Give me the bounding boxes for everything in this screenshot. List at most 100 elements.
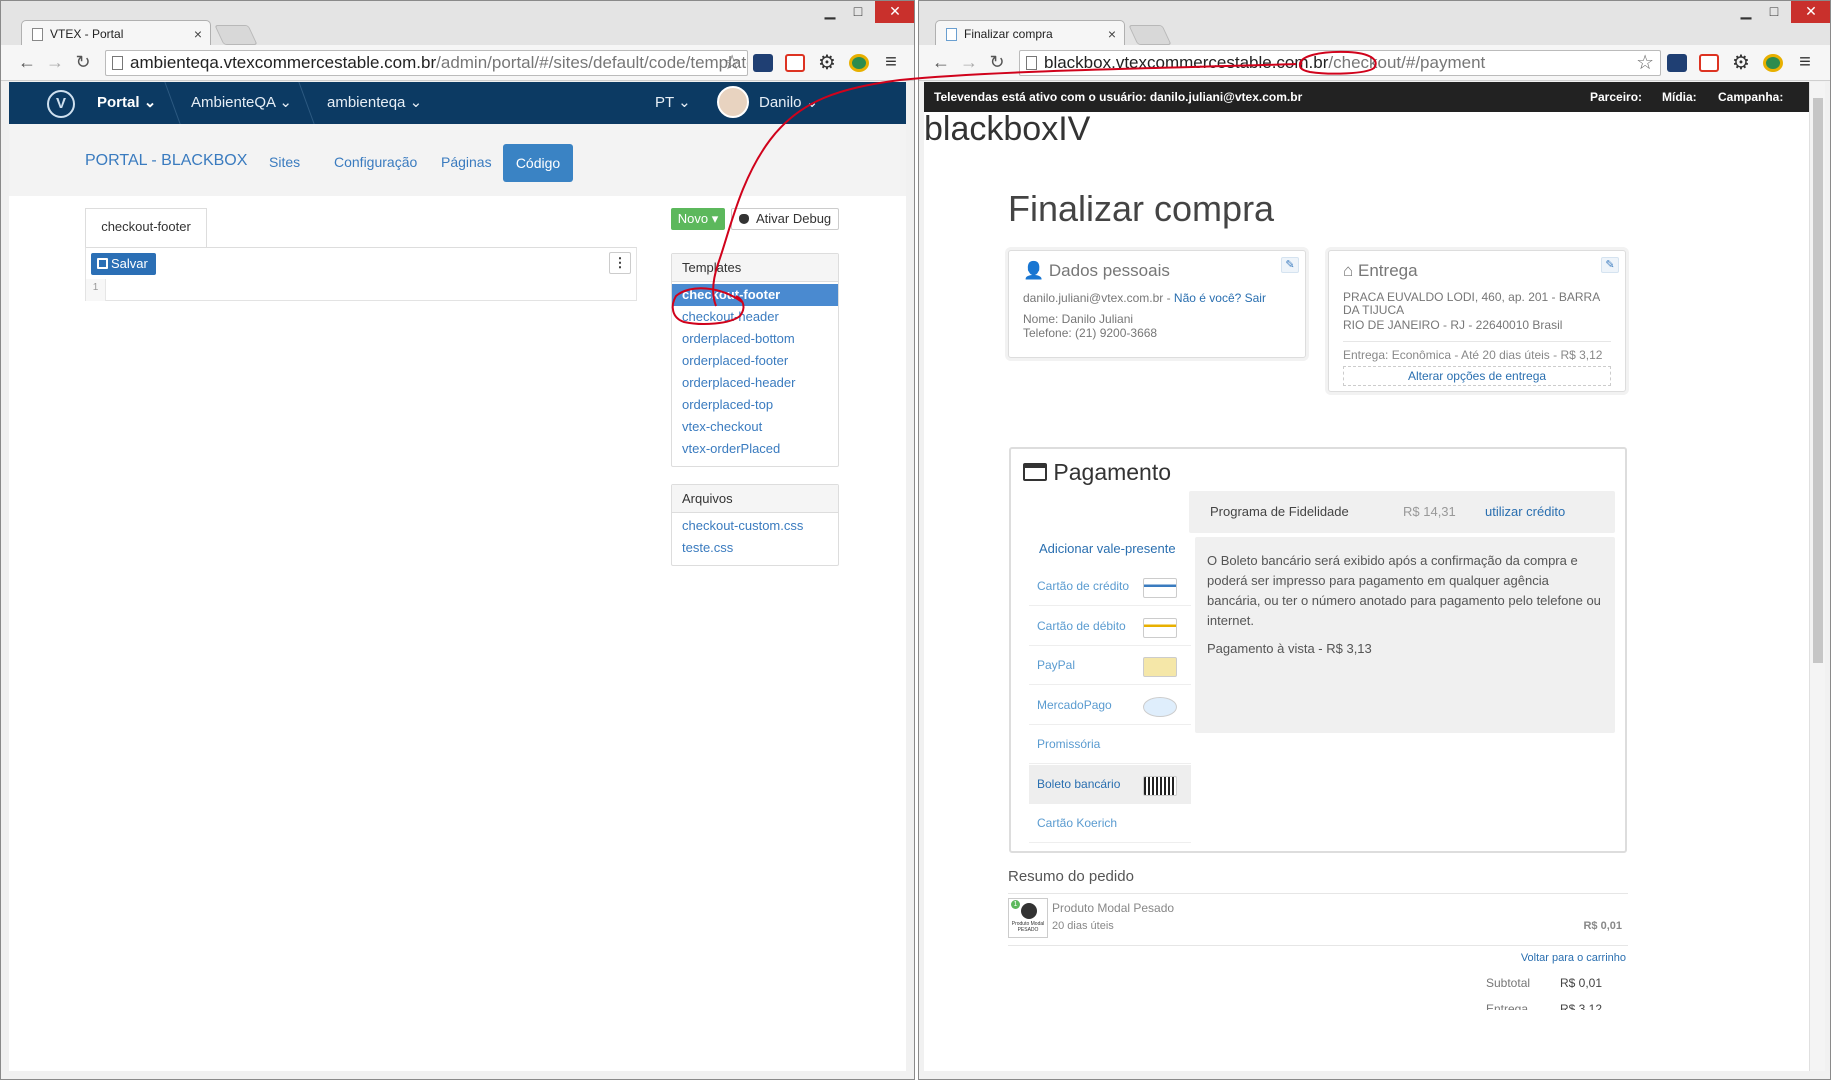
new-tab-button[interactable] [1128, 25, 1172, 45]
template-item[interactable]: orderplaced-top [672, 394, 838, 416]
address-bar[interactable]: blackbox.vtexcommercestable.com.br/check… [1019, 50, 1661, 76]
debug-button[interactable]: Ativar Debug [731, 208, 839, 230]
campanha-label[interactable]: Campanha: [1718, 82, 1783, 112]
browser-toolbar: ← → ↻ blackbox.vtexcommercestable.com.br… [919, 45, 1830, 81]
tab-paginas[interactable]: Páginas [441, 154, 492, 170]
menu-icon[interactable]: ≡ [1795, 52, 1815, 72]
order-item: 1 Produto Modal PESADO Produto Modal Pes… [1008, 894, 1628, 946]
tab-title: VTEX - Portal [50, 27, 124, 41]
editor-file-tab[interactable]: checkout-footer [85, 208, 207, 248]
payment-option[interactable]: Cartão Koerich [1029, 804, 1191, 843]
vertical-scrollbar[interactable] [1809, 82, 1825, 1071]
reload-icon[interactable]: ↻ [985, 51, 1009, 75]
boleto-description: O Boleto bancário será exibido após a co… [1207, 553, 1601, 628]
customer-phone: Telefone: (21) 9200-3668 [1023, 326, 1158, 340]
template-item[interactable]: checkout-footer [672, 284, 838, 306]
avatar[interactable] [717, 86, 749, 118]
save-button[interactable]: Salvar [91, 253, 156, 275]
back-arrow-icon[interactable]: ← [15, 51, 39, 75]
color-extension-icon[interactable] [1763, 54, 1783, 72]
loyalty-label: Programa de Fidelidade [1210, 504, 1349, 519]
payment-option-label: Cartão Koerich [1037, 816, 1118, 830]
template-item[interactable]: orderplaced-footer [672, 350, 838, 372]
gear-icon[interactable]: ⚙ [817, 53, 837, 73]
store-title[interactable]: blackboxIV [924, 110, 1090, 149]
payment-option[interactable]: Cartão de débito [1029, 607, 1191, 646]
new-button[interactable]: Novo ▾ [671, 208, 725, 230]
bookmark-star-icon[interactable]: ☆ [1636, 51, 1654, 75]
close-window-icon[interactable]: ✕ [1791, 1, 1830, 23]
product-image [1021, 903, 1037, 919]
nav-language[interactable]: PT ⌄ [655, 82, 691, 124]
file-item[interactable]: teste.css [672, 537, 838, 559]
change-shipping-button[interactable]: Alterar opções de entrega [1343, 366, 1611, 386]
page-title: Finalizar compra [1008, 188, 1275, 229]
nav-portal[interactable]: Portal ⌄ [97, 82, 156, 124]
tab-codigo[interactable]: Código [503, 144, 573, 182]
tab-sites[interactable]: Sites [269, 154, 300, 170]
close-window-icon[interactable]: ✕ [875, 1, 914, 23]
template-item[interactable]: vtex-checkout [672, 416, 838, 438]
tab-configuracao[interactable]: Configuração [334, 154, 417, 170]
file-item[interactable]: checkout-custom.css [672, 515, 838, 537]
nav-user-label: Danilo [759, 94, 802, 111]
forward-arrow-icon[interactable]: → [957, 51, 981, 75]
product-thumbnail[interactable]: 1 Produto Modal PESADO [1008, 898, 1048, 938]
shipping-title: ⌂ Entrega [1343, 261, 1611, 281]
browser-tab-finalizar-compra[interactable]: Finalizar compra × [935, 20, 1125, 48]
vtex-extension-icon[interactable] [753, 54, 773, 72]
color-extension-icon[interactable] [849, 54, 869, 72]
browser-tab-vtex-portal[interactable]: VTEX - Portal × [21, 20, 211, 48]
template-item[interactable]: checkout-header [672, 306, 838, 328]
vtex-extension-icon[interactable] [1667, 54, 1687, 72]
portal-brand-link[interactable]: PORTAL - BLACKBOX [85, 152, 247, 170]
template-item[interactable]: vtex-orderPlaced [672, 438, 838, 460]
subtotal-label: Subtotal [1486, 976, 1531, 990]
boleto-total: Pagamento à vista - R$ 3,13 [1207, 641, 1372, 656]
minimize-icon[interactable]: ▁ [819, 1, 841, 23]
payment-option[interactable]: Cartão de crédito [1029, 567, 1191, 606]
payment-option[interactable]: Boleto bancário [1029, 764, 1191, 804]
add-gift-card-link[interactable]: Adicionar vale-presente [1039, 541, 1176, 556]
red-extension-icon[interactable] [1699, 54, 1719, 72]
code-editor[interactable]: Salvar ⋮ 1 [85, 247, 637, 301]
nav-user[interactable]: Danilo ⌄ [759, 82, 818, 124]
nav-store[interactable]: ambienteqa ⌄ [327, 82, 422, 124]
gear-icon[interactable]: ⚙ [1731, 53, 1751, 73]
back-to-cart-link[interactable]: Voltar para o carrinho [1008, 952, 1628, 964]
scrollbar-thumb[interactable] [1813, 98, 1823, 663]
chevron-down-icon: ⌄ [678, 94, 691, 111]
use-credit-link[interactable]: utilizar crédito [1485, 491, 1565, 533]
edit-icon[interactable]: ✎ [1601, 257, 1619, 273]
payment-option-label: Cartão de crédito [1037, 579, 1130, 593]
address-bar[interactable]: ambienteqa.vtexcommercestable.com.br/adm… [105, 50, 748, 76]
red-extension-icon[interactable] [785, 54, 805, 72]
nav-account[interactable]: AmbienteQA ⌄ [191, 82, 292, 124]
new-tab-button[interactable] [214, 25, 258, 45]
close-tab-icon[interactable]: × [1108, 21, 1116, 47]
maximize-icon[interactable]: □ [1763, 1, 1785, 23]
menu-icon[interactable]: ≡ [881, 52, 901, 72]
payment-option[interactable]: Promissória [1029, 725, 1191, 764]
customer-email: danilo.juliani@vtex.com.br [1023, 291, 1164, 305]
back-arrow-icon[interactable]: ← [929, 51, 953, 75]
vtex-logo-icon[interactable]: V [47, 90, 75, 118]
payment-option[interactable]: MercadoPago [1029, 686, 1191, 725]
parceiro-label[interactable]: Parceiro: [1590, 82, 1642, 112]
maximize-icon[interactable]: □ [847, 1, 869, 23]
midia-label[interactable]: Mídia: [1662, 82, 1697, 112]
subtotal-value: R$ 0,01 [1559, 976, 1602, 990]
edit-icon[interactable]: ✎ [1281, 257, 1299, 273]
reload-icon[interactable]: ↻ [71, 51, 95, 75]
not-you-link[interactable]: Não é você? Sair [1174, 291, 1266, 305]
payment-option[interactable]: PayPal [1029, 646, 1191, 685]
forward-arrow-icon[interactable]: → [43, 51, 67, 75]
close-tab-icon[interactable]: × [194, 21, 202, 47]
template-item[interactable]: orderplaced-header [672, 372, 838, 394]
template-item[interactable]: orderplaced-bottom [672, 328, 838, 350]
more-options-button[interactable]: ⋮ [609, 252, 631, 274]
mercadopago-icon [1143, 696, 1177, 717]
minimize-icon[interactable]: ▁ [1735, 1, 1757, 23]
product-name[interactable]: Produto Modal Pesado [1052, 901, 1174, 915]
bookmark-star-icon[interactable]: ☆ [723, 51, 741, 75]
